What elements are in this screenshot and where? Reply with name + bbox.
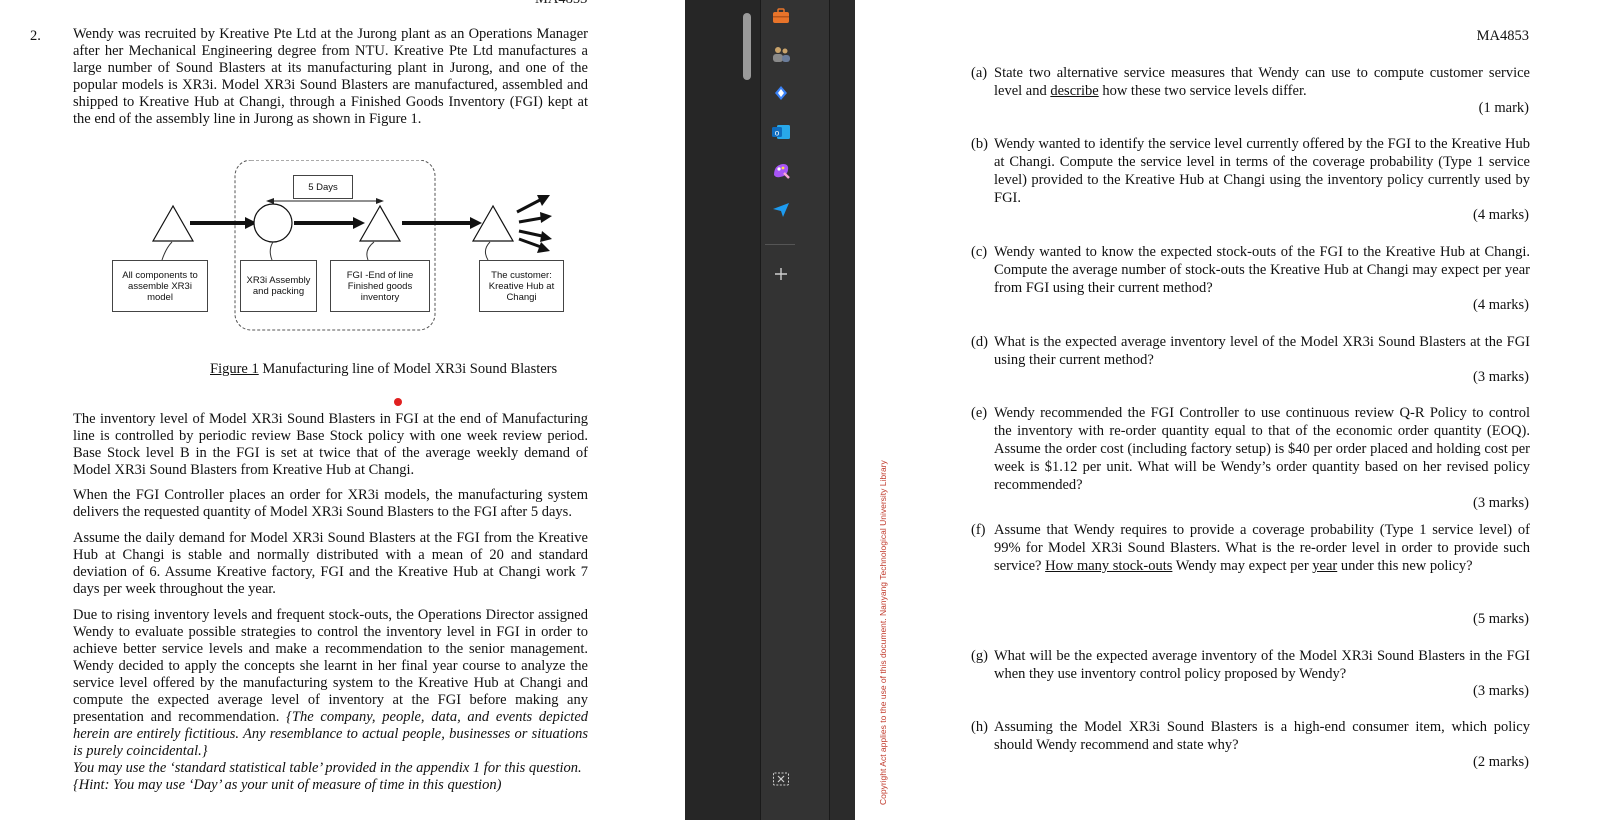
marks-part-b: (4 marks) bbox=[1473, 207, 1529, 223]
figure-manufacturing-line: 5 Days All components to assemble XR3i m… bbox=[100, 160, 605, 345]
paragraph-base-stock-text: The inventory level of Model XR3i Sound … bbox=[73, 411, 588, 478]
figure-caption-ref[interactable]: Figure 1 bbox=[210, 361, 259, 377]
copyright-notice: Copyright Act applies to the use of this… bbox=[878, 460, 888, 805]
part-label: (g) bbox=[971, 648, 988, 664]
question-part-c: (c) Wendy wanted to know the expected st… bbox=[971, 243, 1530, 297]
figure-caption: Figure 1 Manufacturing line of Model XR3… bbox=[210, 361, 557, 378]
hint-text: {Hint: You may use ‘Day’ as your unit of… bbox=[73, 777, 502, 793]
paragraph-base-stock: The inventory level of Model XR3i Sound … bbox=[73, 398, 588, 479]
part-label: (h) bbox=[971, 719, 988, 735]
marks-part-f: (5 marks) bbox=[1473, 611, 1529, 627]
marks-part-g: (3 marks) bbox=[1473, 683, 1529, 699]
fgi-triangle bbox=[358, 204, 402, 242]
paragraph-task-text: Due to rising inventory levels and frequ… bbox=[73, 607, 588, 725]
question-part-a: (a) State two alternative service measur… bbox=[971, 64, 1530, 100]
lead-time-label: 5 Days bbox=[308, 181, 338, 193]
send-icon[interactable] bbox=[770, 199, 792, 221]
assembly-circle bbox=[253, 203, 293, 243]
question-part-g: (g) What will be the expected average in… bbox=[971, 647, 1530, 683]
question-part-h: (h) Assuming the Model XR3i Sound Blaste… bbox=[971, 718, 1530, 754]
right-document-page: MA4853 (a) State two alternative service… bbox=[895, 0, 1606, 820]
marks-part-d: (3 marks) bbox=[1473, 369, 1529, 385]
paint-icon[interactable] bbox=[770, 160, 792, 182]
part-label: (a) bbox=[971, 65, 988, 81]
paragraph-demand: Assume the daily demand for Model XR3i S… bbox=[73, 530, 588, 597]
components-label: All components to assemble XR3i model bbox=[122, 269, 198, 303]
lead-time-box: 5 Days bbox=[293, 175, 353, 199]
question-part-d: (d) What is the expected average invento… bbox=[971, 333, 1530, 369]
svg-text:o: o bbox=[775, 129, 780, 138]
briefcase-icon[interactable] bbox=[770, 5, 792, 27]
part-text: State two alternative service measures t… bbox=[994, 65, 1530, 99]
part-text: Wendy recommended the FGI Controller to … bbox=[994, 405, 1530, 493]
screenshot-icon[interactable] bbox=[770, 768, 792, 790]
question-number: 2. bbox=[30, 28, 41, 44]
question-part-b: (b) Wendy wanted to identify the service… bbox=[971, 135, 1530, 207]
left-document-page: MA4853 2. Wendy was recruited by Kreativ… bbox=[0, 0, 685, 820]
part-text: Assuming the Model XR3i Sound Blasters i… bbox=[994, 719, 1530, 753]
part-text: Wendy wanted to identify the service lev… bbox=[994, 136, 1530, 206]
part-text: Assume that Wendy requires to provide a … bbox=[994, 522, 1530, 574]
figure-caption-text: Manufacturing line of Model XR3i Sound B… bbox=[258, 361, 558, 377]
sidebar-edge bbox=[830, 0, 855, 820]
copyright-strip bbox=[855, 0, 895, 820]
customer-box: The customer: Kreative Hub at Changi bbox=[479, 260, 564, 312]
part-text: What is the expected average inventory l… bbox=[994, 334, 1530, 368]
table-note-text: You may use the ‘standard statistical ta… bbox=[73, 760, 582, 776]
scroll-gutter bbox=[685, 0, 760, 820]
part-label: (f) bbox=[971, 522, 986, 538]
question-part-e: (e) Wendy recommended the FGI Controller… bbox=[971, 404, 1530, 494]
fgi-label: FGI -End of line Finished goods inventor… bbox=[346, 269, 414, 303]
assembly-box: XR3i Assembly and packing bbox=[240, 260, 317, 312]
part-label: (e) bbox=[971, 405, 988, 421]
toolbar-separator bbox=[765, 244, 795, 245]
outlook-icon[interactable]: o bbox=[770, 121, 792, 143]
add-icon[interactable] bbox=[770, 263, 792, 285]
fgi-box: FGI -End of line Finished goods inventor… bbox=[330, 260, 430, 312]
intro-paragraph: Wendy was recruited by Kreative Pte Ltd … bbox=[73, 26, 588, 127]
part-label: (c) bbox=[971, 244, 988, 260]
paragraph-task: Due to rising inventory levels and frequ… bbox=[73, 607, 588, 794]
demand-arrows bbox=[516, 195, 552, 253]
part-text: What will be the expected average invent… bbox=[994, 648, 1530, 682]
question-part-f: (f) Assume that Wendy requires to provid… bbox=[971, 521, 1530, 575]
scrollbar-thumb[interactable] bbox=[743, 13, 751, 80]
marks-part-e: (3 marks) bbox=[1473, 495, 1529, 511]
marks-part-c: (4 marks) bbox=[1473, 297, 1529, 313]
page-header-code: MA4853 bbox=[535, 0, 587, 8]
cursor-marker-dot bbox=[394, 398, 402, 406]
components-box: All components to assemble XR3i model bbox=[112, 260, 208, 312]
page-header-code-right: MA4853 bbox=[1476, 28, 1529, 44]
part-label: (d) bbox=[971, 334, 988, 350]
part-text: Wendy wanted to know the expected stock-… bbox=[994, 244, 1530, 296]
assembly-label: XR3i Assembly and packing bbox=[246, 275, 311, 297]
copilot-icon[interactable] bbox=[770, 82, 792, 104]
people-icon[interactable] bbox=[770, 43, 792, 65]
customer-label: The customer: Kreative Hub at Changi bbox=[488, 269, 555, 303]
paragraph-lead-time: When the FGI Controller places an order … bbox=[73, 487, 588, 520]
components-triangle bbox=[151, 204, 195, 242]
marks-part-h: (2 marks) bbox=[1473, 754, 1529, 770]
side-toolbar-strip: o bbox=[685, 0, 855, 820]
marks-part-a: (1 mark) bbox=[1478, 100, 1529, 116]
part-label: (b) bbox=[971, 136, 988, 152]
